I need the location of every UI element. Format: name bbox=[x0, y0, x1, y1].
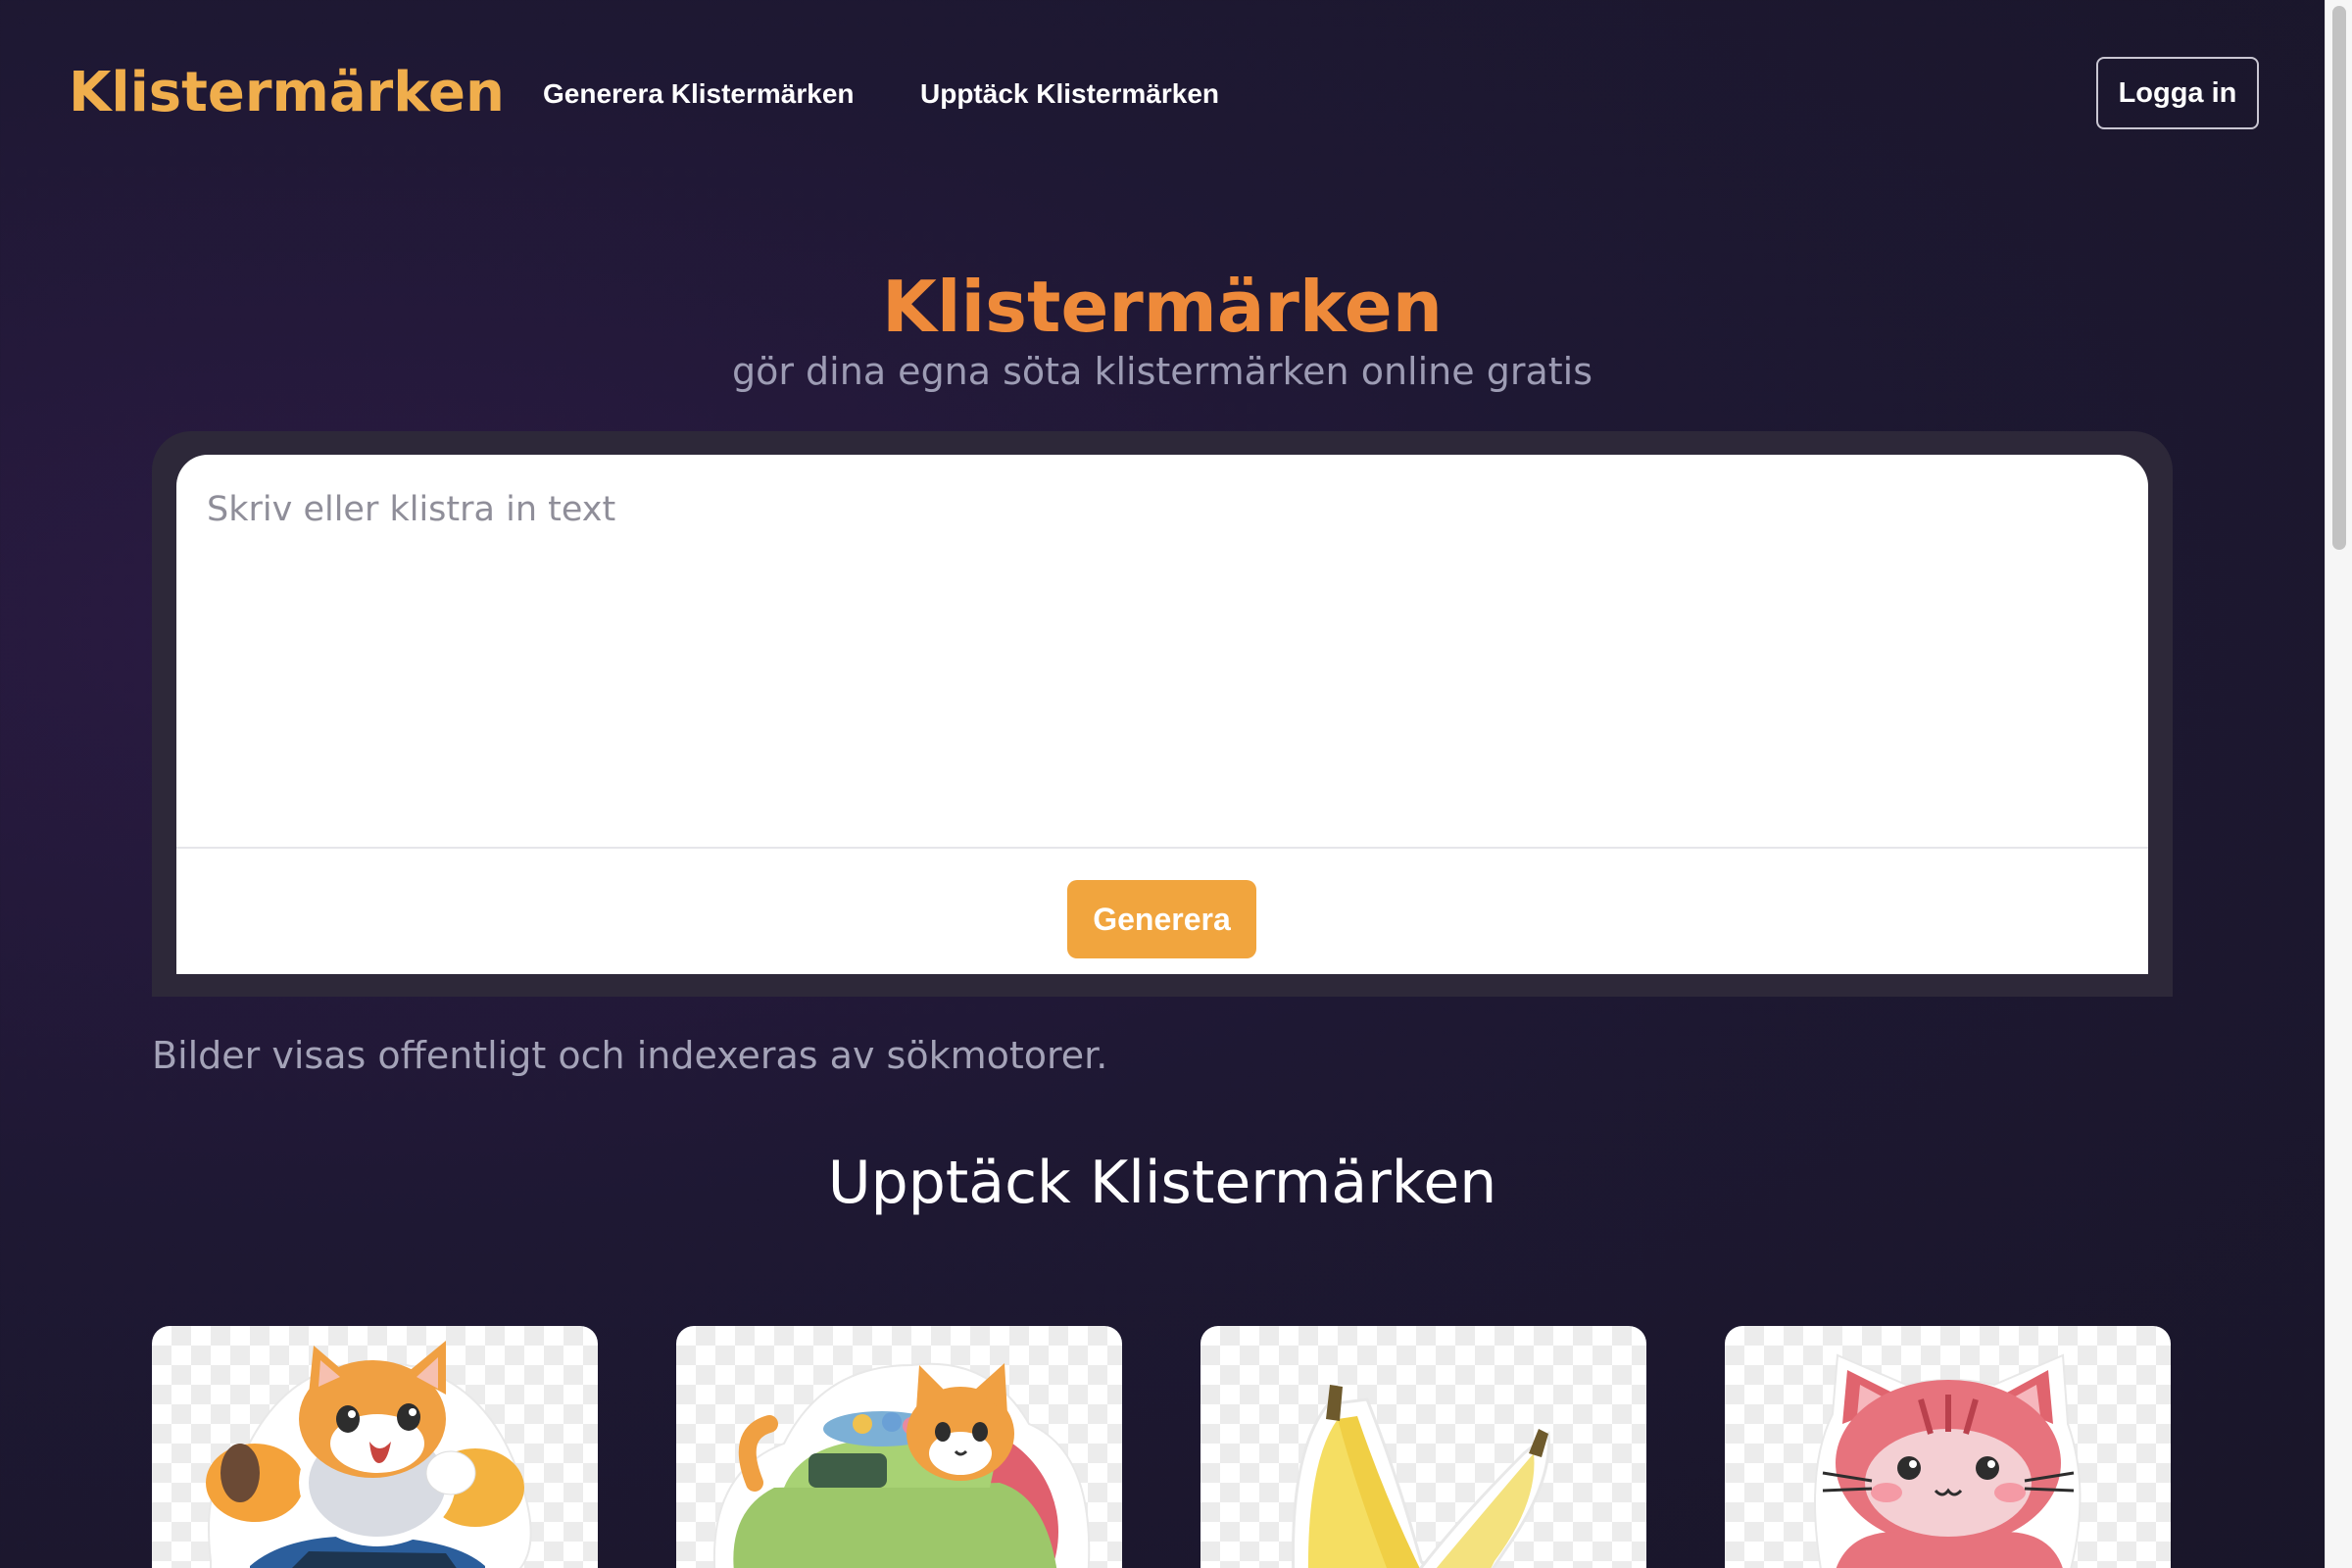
sticker-card-cat-on-car[interactable] bbox=[152, 1326, 598, 1568]
site-logo[interactable]: Klistermärken bbox=[69, 59, 505, 127]
login-button[interactable]: Logga in bbox=[2096, 57, 2259, 129]
hero-title: Klistermärken bbox=[882, 266, 1443, 348]
scrollbar-thumb[interactable] bbox=[2332, 6, 2346, 550]
prompt-input[interactable] bbox=[176, 455, 2148, 847]
nav-discover-stickers[interactable]: Upptäck Klistermärken bbox=[920, 76, 1219, 112]
public-notice: Bilder visas offentligt och indexeras av… bbox=[152, 1034, 1108, 1077]
pink-cat-sticker-image bbox=[1814, 1353, 2082, 1568]
generate-button[interactable]: Generera bbox=[1067, 880, 1256, 958]
cat-in-green-car-sticker-image bbox=[712, 1362, 1091, 1568]
page: Klistermärken Generera Klistermärken Upp… bbox=[0, 0, 2352, 1568]
card-divider bbox=[176, 847, 2148, 849]
generator-card: Generera bbox=[176, 455, 2148, 974]
sticker-card-pink-cat[interactable] bbox=[1725, 1326, 2171, 1568]
bananas-sticker-image bbox=[1291, 1385, 1550, 1568]
cat-on-car-sticker-image bbox=[206, 1341, 532, 1568]
discover-title: Upptäck Klistermärken bbox=[827, 1149, 1497, 1217]
sticker-card-cat-in-green-car[interactable] bbox=[676, 1326, 1122, 1568]
nav-generate-stickers[interactable]: Generera Klistermärken bbox=[543, 76, 855, 112]
sticker-card-bananas[interactable] bbox=[1200, 1326, 1646, 1568]
page-scrollbar[interactable] bbox=[2325, 0, 2352, 1568]
hero-subtitle: gör dina egna söta klistermärken online … bbox=[731, 350, 1592, 393]
